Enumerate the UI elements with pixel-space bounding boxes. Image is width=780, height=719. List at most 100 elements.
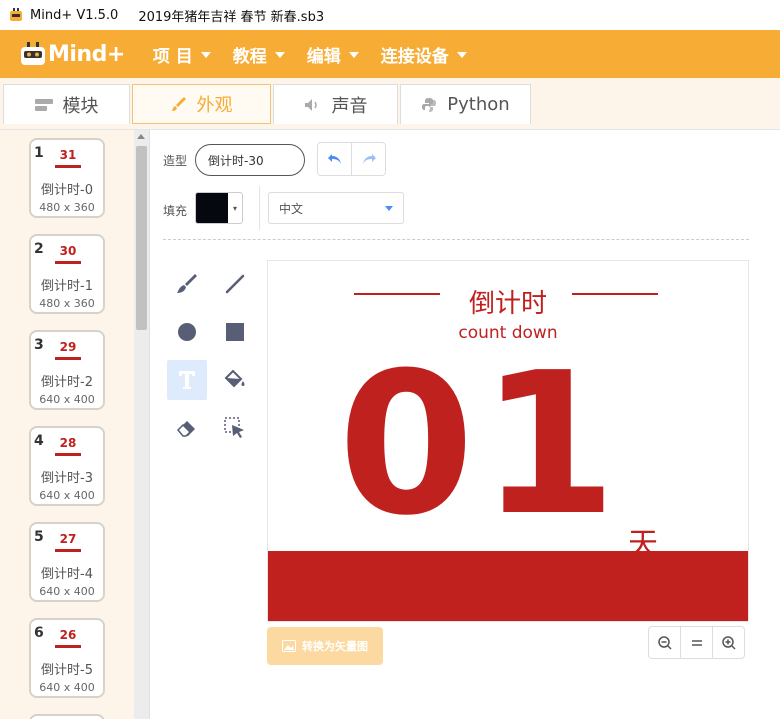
chevron-down-icon [385,206,393,211]
chevron-down-icon [200,52,211,58]
line-tool[interactable] [215,264,255,304]
circle-tool[interactable] [167,312,207,352]
file-name: 2019年猪年吉祥 春节 新春.sb3 [138,9,325,25]
brush-icon [171,97,186,111]
paint-canvas[interactable]: 倒计时 count down 01 天 [267,260,749,622]
costume-name: 倒计时-0 [41,183,93,198]
convert-label: 转换为矢量图 [302,640,368,653]
equals-icon [691,639,702,646]
costume-thumbnail: 30 [51,244,85,266]
menu-project[interactable]: 项 目 [153,42,211,67]
tab-blocks-label: 模块 [62,95,99,117]
menu-edit-label: 编辑 [306,46,341,67]
fill-tool[interactable] [215,360,255,400]
tab-looks[interactable]: 外观 [132,84,271,124]
font-language-select[interactable]: 中文 [268,192,404,224]
costume-number: 1 [34,145,44,161]
canvas-title: 倒计时 [468,289,547,319]
costume-thumbnail: 31 [51,148,85,170]
thumb-digits: 30 [59,244,77,258]
select-cursor-icon [224,417,244,438]
costume-thumbnail: 27 [51,532,85,554]
thumb-digits: 29 [59,340,77,354]
canvas-red-band [268,551,748,621]
zoom-out-button[interactable] [649,627,680,658]
zoom-out-icon [657,635,672,650]
eraser-tool[interactable] [167,408,207,448]
tab-sounds-label: 声音 [331,95,368,117]
eraser-icon [176,421,195,437]
costume-name-input[interactable]: 倒计时-30 [195,144,305,176]
thumb-digits: 31 [59,148,77,162]
tab-sounds[interactable]: 声音 [273,84,398,124]
costume-size: 640 x 400 [39,393,95,406]
undo-redo-group [317,142,386,176]
costume-item[interactable]: 2 30 倒计时-1 480 x 360 [29,234,105,314]
tab-blocks[interactable]: 模块 [3,84,130,124]
costume-thumbnail: 28 [51,436,85,458]
costume-number: 6 [34,625,44,641]
zoom-controls [648,626,745,659]
costume-size: 480 x 360 [39,201,95,214]
thumb-digits: 28 [59,436,77,450]
caret-down-icon: ▾ [232,203,237,213]
chevron-down-icon [348,52,359,58]
costume-size: 640 x 400 [39,585,95,598]
menu-tutorial[interactable]: 教程 [233,42,285,67]
costume-item[interactable]: 1 31 倒计时-0 480 x 360 [29,138,105,218]
menu-connect-label: 连接设备 [380,46,449,67]
speaker-icon [304,98,317,111]
tab-python-label: Python [447,94,510,115]
mindplus-app-icon [10,8,22,21]
divider [259,186,260,230]
costume-item[interactable] [29,714,105,719]
python-icon [422,97,437,112]
mindplus-logo[interactable]: Mind+ [18,39,125,69]
fill-color-picker[interactable]: ▾ [195,192,243,224]
zoom-in-button[interactable] [712,627,744,658]
costume-name: 倒计时-4 [41,567,93,582]
costume-item[interactable]: 3 29 倒计时-2 640 x 400 [29,330,105,410]
redo-button[interactable] [351,143,385,175]
rectangle-tool[interactable] [215,312,255,352]
convert-to-vector-button[interactable]: 转换为矢量图 [267,627,383,665]
rectangle-tool-icon [226,323,244,341]
tab-looks-label: 外观 [196,95,233,116]
text-tool[interactable] [167,360,207,400]
costume-list: 1 31 倒计时-0 480 x 360 2 30 倒计时-1 480 x 36… [0,130,150,719]
chevron-down-icon [274,52,285,58]
costume-item[interactable]: 4 28 倒计时-3 640 x 400 [29,426,105,506]
costume-thumbnail: 26 [51,628,85,650]
menubar: Mind+ 项 目 教程 编辑 连接设备 [0,30,780,78]
scrollbar-thumb[interactable] [136,146,147,330]
zoom-reset-button[interactable] [680,627,712,658]
paint-bucket-icon [224,369,245,388]
app-version: Mind+ V1.5.0 [30,7,119,23]
blocks-icon [34,98,53,111]
thumb-digits: 26 [59,628,77,642]
costume-label: 造型 [163,154,188,168]
costume-name: 倒计时-1 [41,279,93,294]
costume-item[interactable]: 6 26 倒计时-5 640 x 400 [29,618,105,698]
costume-item[interactable]: 5 27 倒计时-4 640 x 400 [29,522,105,602]
editor-tabbar: 模块 外观 声音 Python [0,78,780,130]
circle-tool-icon [178,323,196,341]
menu-connect-device[interactable]: 连接设备 [381,42,467,67]
fill-color-swatch [196,193,228,223]
menu-edit[interactable]: 编辑 [307,42,359,67]
select-tool[interactable] [215,408,255,448]
tab-python[interactable]: Python [400,84,531,124]
text-tool-icon [179,371,195,389]
brush-tool-icon [177,274,197,293]
window-titlebar: Mind+ V1.5.0 2019年猪年吉祥 春节 新春.sb3 [0,0,780,30]
undo-button[interactable] [318,143,351,175]
line-tool-icon [225,274,245,294]
day-unit: 天 [628,527,658,562]
scroll-up-arrow-icon[interactable] [137,134,145,139]
brush-tool[interactable] [167,264,207,304]
costume-size: 640 x 400 [39,489,95,502]
costume-size: 640 x 400 [39,681,95,694]
costume-name: 倒计时-5 [41,663,93,678]
costume-number: 3 [34,337,44,353]
language-value: 中文 [279,201,304,216]
